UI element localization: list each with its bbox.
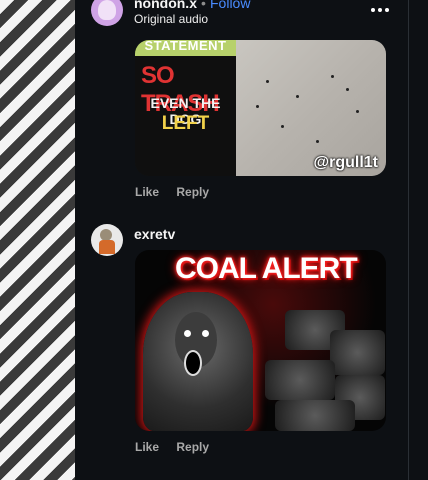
meme-line-emphasis: LEFT	[161, 113, 210, 134]
character-mouth	[184, 350, 202, 376]
reply-button[interactable]: Reply	[176, 185, 209, 199]
character-eye	[202, 330, 209, 337]
audio-label[interactable]: Original audio	[134, 12, 208, 26]
more-options-icon[interactable]	[371, 2, 393, 18]
reply-button[interactable]: Reply	[176, 440, 209, 454]
avatar-figure	[98, 0, 116, 20]
watermark: @rgull1t	[313, 154, 379, 171]
character-eye	[184, 330, 191, 337]
comment-actions: Like Reply	[135, 185, 223, 199]
avatar[interactable]	[91, 224, 123, 256]
comment-media-image[interactable]: COAL ALERT	[135, 250, 386, 431]
panel-divider	[408, 0, 409, 480]
meme-title: COAL ALERT	[175, 252, 358, 285]
like-button[interactable]: Like	[135, 185, 159, 199]
background-stripes	[0, 0, 75, 480]
avatar-body	[99, 240, 115, 254]
post-author-username[interactable]: nondon.x	[134, 0, 197, 11]
coal-chunk	[330, 330, 385, 375]
comment-actions: Like Reply	[135, 440, 223, 454]
meme-text-panel: STATEMENT SO TRASH EVEN THE DOG LEFT	[135, 40, 236, 176]
comment-author-username[interactable]: exretv	[134, 226, 175, 242]
coal-chunk	[275, 400, 355, 431]
separator-dot: •	[201, 0, 206, 11]
follow-button[interactable]: Follow	[210, 0, 250, 11]
coal-chunk	[265, 360, 335, 400]
comment-media-image[interactable]: STATEMENT SO TRASH EVEN THE DOG LEFT @rg…	[135, 40, 386, 176]
meme-banner: STATEMENT	[135, 40, 236, 56]
like-button[interactable]: Like	[135, 440, 159, 454]
